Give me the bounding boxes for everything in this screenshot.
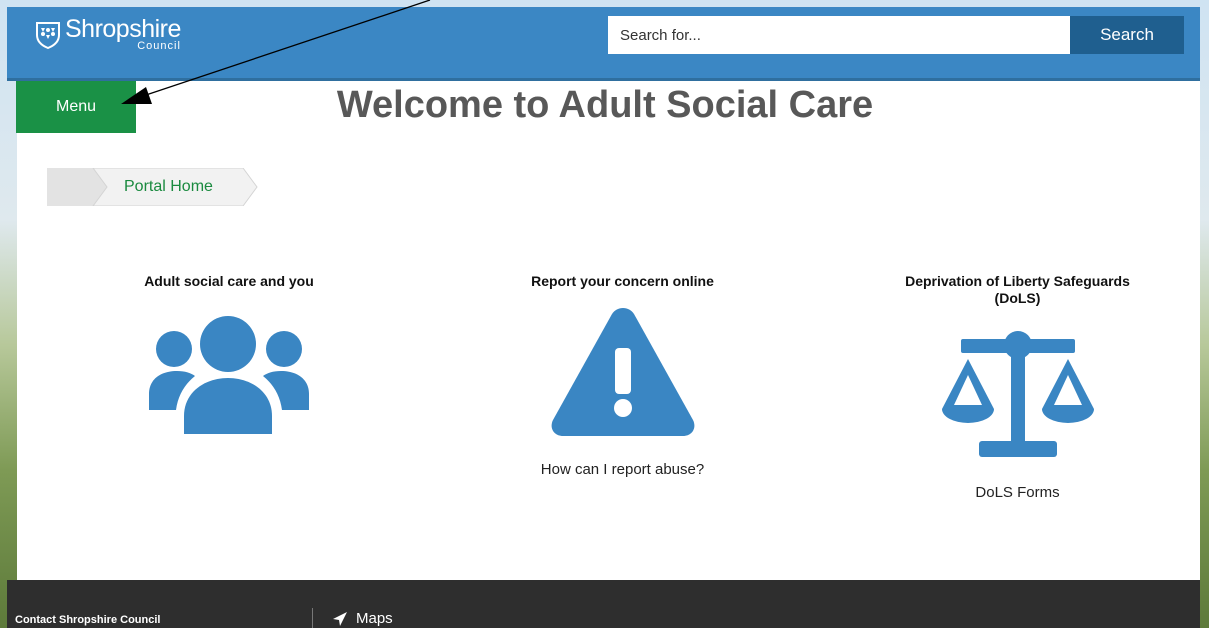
scales-icon [941, 331, 1094, 457]
footer-divider [312, 608, 313, 628]
compass-icon [333, 611, 347, 626]
site-header: Shropshire Council Search [7, 7, 1200, 81]
logo-subtitle: Council [137, 40, 181, 52]
tile-title: Report your concern online [531, 273, 714, 289]
maps-link[interactable]: Maps [332, 610, 393, 627]
warning-triangle-icon [551, 308, 694, 436]
contact-council-link[interactable]: Contact Shropshire Council [15, 614, 160, 626]
breadcrumb-portal-home[interactable]: Portal Home [124, 178, 213, 196]
users-group-icon [149, 316, 309, 434]
tile-report-concern[interactable]: Report your concern online How can I rep… [500, 273, 745, 478]
site-footer: Contact Shropshire Council Maps [7, 580, 1200, 628]
report-abuse-link[interactable]: How can I report abuse? [500, 461, 745, 478]
page-title: Welcome to Adult Social Care [336, 84, 874, 126]
tile-adult-social-care[interactable]: Adult social care and you [118, 273, 340, 439]
dols-forms-link[interactable]: DoLS Forms [905, 484, 1130, 501]
menu-button[interactable]: Menu [16, 81, 136, 133]
council-logo[interactable]: Shropshire Council [34, 17, 181, 57]
maps-label: Maps [356, 610, 393, 627]
search-input[interactable] [608, 16, 1070, 54]
logo-name: Shropshire [65, 15, 181, 43]
tile-dols[interactable]: Deprivation of Liberty Safeguards (DoLS)… [905, 273, 1130, 501]
breadcrumb: Portal Home [47, 167, 287, 207]
tile-title: Adult social care and you [144, 273, 314, 289]
search-button[interactable]: Search [1070, 16, 1184, 54]
crest-icon [36, 22, 60, 49]
tile-title: Deprivation of Liberty Safeguards (DoLS) [905, 273, 1130, 306]
